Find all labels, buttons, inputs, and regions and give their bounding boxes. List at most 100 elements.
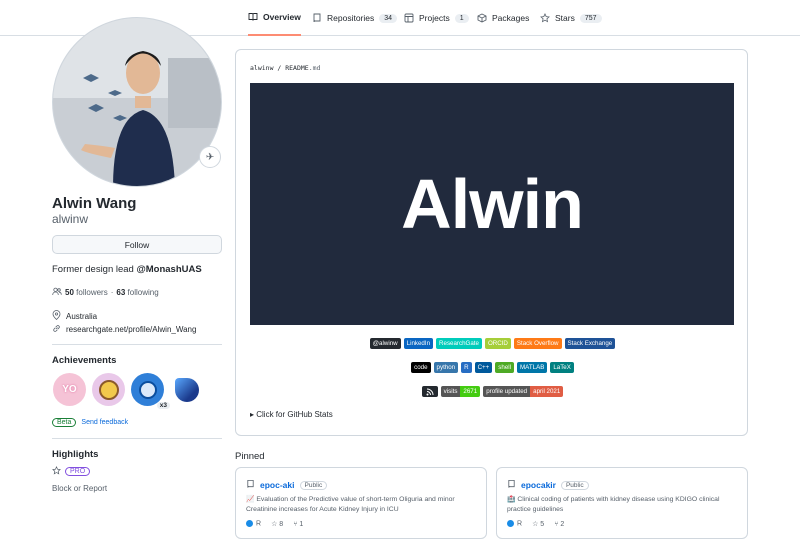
- language-badges: code python R C++ shell MATLAB LaTeX: [236, 362, 749, 373]
- repo-stars[interactable]: ☆ 5: [532, 520, 544, 528]
- tab-label: Repositories: [327, 13, 375, 23]
- separator-dot: ·: [110, 288, 114, 297]
- tab-label: Packages: [492, 13, 530, 23]
- following-count: 63: [116, 288, 126, 297]
- visibility-badge: Public: [299, 480, 328, 490]
- readme-path-user[interactable]: alwinw: [250, 64, 273, 72]
- sidebar-divider: [52, 344, 222, 345]
- achievement-multiplier: x3: [156, 402, 170, 409]
- profile-name: Alwin Wang: [52, 195, 137, 212]
- badge-visits: visits 2671: [440, 386, 481, 397]
- repo-icon: [246, 479, 255, 491]
- status-badges: visits 2671 profile updated april 2021: [236, 386, 749, 397]
- badge-value: 2671: [460, 386, 481, 397]
- github-stats-toggle[interactable]: ▸ Click for GitHub Stats: [250, 410, 333, 419]
- bio-text: Former design lead: [52, 264, 137, 275]
- achievements-feedback: Beta Send feedback: [52, 418, 128, 427]
- repo-forks[interactable]: ⑂ 1: [293, 521, 303, 528]
- pinned-repo-meta: R ☆ 8 ⑂ 1: [246, 520, 303, 528]
- badge-latex: LaTeX: [550, 362, 574, 373]
- starstruck-icon: [174, 377, 199, 402]
- set-status-button[interactable]: ✈: [199, 146, 221, 168]
- followers-link[interactable]: 50 followers: [65, 288, 108, 297]
- repo-forks[interactable]: ⑂ 2: [554, 521, 564, 528]
- badge-label: LinkedIn: [403, 338, 434, 349]
- tab-packages[interactable]: Packages: [477, 0, 529, 36]
- block-or-report-link[interactable]: Block or Report: [52, 484, 107, 493]
- visibility-badge: Public: [560, 480, 589, 490]
- readme-path-ext: .md: [308, 64, 321, 72]
- badge-cpp: C++: [474, 362, 493, 373]
- badge-label: visits: [440, 386, 461, 397]
- fork-icon: ⑂: [293, 520, 298, 528]
- badge-label: code: [411, 362, 431, 373]
- stars-count: 8: [279, 521, 284, 528]
- achievement-pull-shark[interactable]: x3: [131, 373, 170, 409]
- pinned-repo-header: epocakir Public: [507, 479, 589, 491]
- badge-researchgate[interactable]: ResearchGate: [436, 338, 482, 349]
- tab-label: Projects: [419, 13, 450, 23]
- avatar[interactable]: [52, 17, 222, 187]
- avatar-container: ✈: [52, 17, 222, 187]
- badge-shell: shell: [495, 362, 515, 373]
- projects-count: 1: [454, 13, 469, 23]
- repositories-count: 34: [379, 13, 398, 23]
- send-feedback-link[interactable]: Send feedback: [81, 419, 128, 426]
- star-icon: ☆: [271, 521, 278, 528]
- badge-stack-overflow[interactable]: Stack Overflow: [513, 338, 562, 349]
- repo-icon: [507, 479, 516, 491]
- following-label: following: [127, 288, 159, 297]
- follow-button[interactable]: Follow: [52, 235, 222, 254]
- link-icon: [52, 324, 61, 335]
- achievement-quickdraw[interactable]: [92, 373, 125, 406]
- readme-path-separator: /: [273, 64, 286, 72]
- language-name: R: [517, 520, 523, 528]
- badge-label: MATLAB: [517, 362, 548, 373]
- achievements-list: YO x3: [53, 373, 203, 409]
- package-icon: [477, 13, 487, 23]
- website-item: researchgate.net/profile/Alwin_Wang: [52, 324, 196, 335]
- pinned-repo-link[interactable]: epoc-aki: [260, 480, 295, 490]
- badge-github[interactable]: @alwinw: [369, 338, 401, 349]
- repo-icon: [312, 13, 322, 23]
- profile-login: alwinw: [52, 212, 89, 226]
- yolo-icon: YO: [62, 384, 77, 395]
- follow-stats: 50 followers · 63 following: [52, 287, 159, 298]
- stars-count: 5: [540, 521, 545, 528]
- bio-org-link[interactable]: @MonashUAS: [136, 264, 201, 275]
- tab-label: Overview: [263, 12, 301, 22]
- achievement-yolo[interactable]: YO: [53, 373, 86, 406]
- pinned-repo-card: epoc-aki Public 📈 Evaluation of the Pred…: [235, 467, 487, 539]
- badge-label: ResearchGate: [436, 338, 482, 349]
- badge-rss[interactable]: [421, 386, 438, 397]
- tab-stars[interactable]: Stars 757: [540, 0, 602, 36]
- shark-icon: [138, 380, 157, 399]
- people-icon: [52, 287, 62, 298]
- pinned-repo-link[interactable]: epocakir: [521, 480, 556, 490]
- sidebar-divider: [52, 438, 222, 439]
- badge-label: Stack Exchange: [564, 338, 616, 349]
- badge-linkedin[interactable]: LinkedIn: [403, 338, 434, 349]
- banner-text: Alwin: [401, 165, 584, 243]
- profile-bio: Former design lead @MonashUAS: [52, 264, 202, 275]
- repo-stars[interactable]: ☆ 8: [271, 520, 283, 528]
- pinned-repo-description: 📈 Evaluation of the Predictive value of …: [246, 496, 455, 513]
- tab-label: Stars: [555, 13, 575, 23]
- badge-label: profile updated: [483, 386, 531, 397]
- tab-repositories[interactable]: Repositories 34: [312, 0, 398, 36]
- following-link[interactable]: 63 following: [116, 288, 158, 297]
- achievement-starstruck[interactable]: [170, 373, 203, 406]
- forks-count: 2: [560, 520, 565, 528]
- badge-label: Stack Overflow: [513, 338, 562, 349]
- badge-orcid[interactable]: ORCID: [484, 338, 511, 349]
- badge-label: python: [433, 362, 459, 373]
- tab-projects[interactable]: Projects 1: [404, 0, 469, 36]
- cowboy-face-icon: [98, 379, 119, 400]
- pinned-repo-header: epoc-aki Public: [246, 479, 328, 491]
- badge-r: R: [461, 362, 472, 373]
- badge-stack-exchange[interactable]: Stack Exchange: [564, 338, 616, 349]
- tab-overview[interactable]: Overview: [248, 0, 301, 36]
- pinned-repo-description: 🏥 Clinical coding of patients with kidne…: [507, 496, 720, 513]
- website-link[interactable]: researchgate.net/profile/Alwin_Wang: [66, 325, 196, 334]
- project-icon: [404, 13, 414, 23]
